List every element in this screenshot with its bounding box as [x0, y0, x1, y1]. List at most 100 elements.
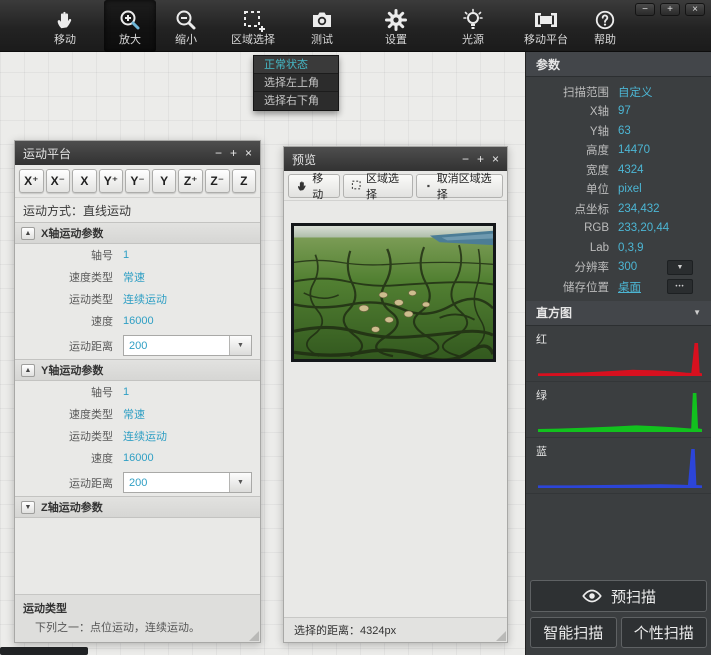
custom-scan-button[interactable]: 个性扫描 — [621, 617, 708, 648]
y-axis-section-header[interactable]: ▲ Y轴运动参数 — [15, 359, 260, 381]
panel-minimize-icon[interactable]: − — [215, 147, 222, 159]
footer-title: 运动类型 — [23, 600, 252, 616]
axis-y-plus-button[interactable]: Y⁺ — [99, 169, 124, 193]
resolution-dropdown-button[interactable]: ▼ — [667, 260, 693, 275]
collapse-up-icon[interactable]: ▲ — [21, 227, 35, 240]
axis-y-button[interactable]: Y — [152, 169, 177, 193]
motion-panel-titlebar: 运动平台 − + × — [15, 141, 260, 165]
panel-maximize-icon[interactable]: + — [477, 153, 484, 165]
prescan-button[interactable]: 预扫描 — [530, 580, 707, 612]
x-axis-value[interactable]: 97 — [618, 105, 631, 117]
axis-z-button[interactable]: Z — [232, 169, 257, 193]
menu-item-select-top-left[interactable]: 选择左上角 — [254, 74, 338, 92]
height-value[interactable]: 14470 — [618, 144, 650, 156]
param-row: X轴97 — [526, 102, 711, 122]
chevron-down-icon[interactable]: ▼ — [229, 473, 251, 492]
tool-region-select[interactable]: 区域选择 — [224, 0, 282, 52]
chevron-down-icon[interactable]: ▼ — [229, 336, 251, 355]
preview-toolbar: 移动 区域选择 取消区域选择 — [284, 171, 507, 201]
menu-item-select-bottom-right[interactable]: 选择右下角 — [254, 92, 338, 110]
preview-panel-titlebar: 预览 − + × — [284, 147, 507, 171]
gear-icon — [384, 7, 408, 33]
scan-buttons-row: 智能扫描 个性扫描 — [530, 617, 707, 648]
tool-test-label: 测试 — [311, 35, 333, 46]
red-histogram-chart — [538, 336, 702, 376]
panel-maximize-icon[interactable]: + — [230, 147, 237, 159]
resize-grip[interactable] — [249, 631, 259, 641]
storage-location-value[interactable]: 桌面 — [618, 279, 641, 295]
param-row: 扫描范围自定义 — [526, 82, 711, 102]
panel-close-icon[interactable]: × — [245, 147, 252, 159]
y-axis-number-value[interactable]: 1 — [123, 386, 129, 398]
x-speed-value[interactable]: 16000 — [123, 315, 154, 327]
point-coord-value: 234,432 — [618, 203, 660, 215]
x-axis-section-header[interactable]: ▲ X轴运动参数 — [15, 222, 260, 244]
params-rows: 扫描范围自定义 X轴97 Y轴63 高度14470 宽度4324 单位pixel… — [526, 77, 711, 301]
tool-zoom-out[interactable]: 缩小 — [160, 0, 212, 52]
resolution-value[interactable]: 300 — [618, 261, 637, 273]
params-panel: 参数 扫描范围自定义 X轴97 Y轴63 高度14470 宽度4324 单位pi… — [525, 52, 711, 655]
histogram-collapse-icon[interactable]: ▼ — [693, 308, 701, 317]
histogram-blue: 蓝 — [526, 438, 711, 494]
preview-image[interactable] — [291, 223, 501, 362]
blue-histogram-chart — [538, 448, 702, 488]
axis-x-minus-button[interactable]: X⁻ — [46, 169, 71, 193]
tool-light-source[interactable]: 光源 — [447, 0, 499, 52]
hand-icon — [54, 7, 76, 33]
platform-icon — [531, 7, 561, 33]
menu-item-normal-state[interactable]: 正常状态 — [254, 56, 338, 74]
eye-icon — [581, 589, 603, 603]
x-axis-number-value[interactable]: 1 — [123, 249, 129, 261]
scan-range-value[interactable]: 自定义 — [618, 84, 653, 100]
param-row: 速度类型 常速 — [15, 266, 260, 288]
tool-settings[interactable]: 设置 — [370, 0, 422, 52]
param-row: RGB233,20,44 — [526, 219, 711, 239]
footer-text: 下列之一：点位运动，连续运动。 — [23, 619, 252, 635]
tool-region-select-label: 区域选择 — [231, 35, 275, 46]
close-button[interactable]: × — [685, 3, 705, 16]
x-motion-type-value[interactable]: 连续运动 — [123, 291, 167, 307]
collapse-up-icon[interactable]: ▲ — [21, 364, 35, 377]
collapse-down-icon[interactable]: ▼ — [21, 501, 35, 514]
x-speed-type-value[interactable]: 常速 — [123, 269, 145, 285]
resize-grip[interactable] — [496, 631, 506, 641]
y-motion-type-value[interactable]: 连续运动 — [123, 428, 167, 444]
width-value[interactable]: 4324 — [618, 164, 644, 176]
preview-move-button[interactable]: 移动 — [288, 174, 340, 198]
y-axis-value[interactable]: 63 — [618, 125, 631, 137]
tool-move[interactable]: 移动 — [39, 0, 91, 52]
tool-moving-platform[interactable]: 移动平台 — [513, 0, 579, 52]
panel-close-icon[interactable]: × — [492, 153, 499, 165]
tool-test[interactable]: 测试 — [296, 0, 348, 52]
tool-help[interactable]: 帮助 — [582, 0, 628, 52]
z-axis-section-header[interactable]: ▼ Z轴运动参数 — [15, 496, 260, 518]
panel-minimize-icon[interactable]: − — [462, 153, 469, 165]
y-speed-value[interactable]: 16000 — [123, 452, 154, 464]
tool-zoom-in[interactable]: 放大 — [104, 0, 156, 52]
tool-moving-platform-label: 移动平台 — [524, 35, 568, 46]
minimize-button[interactable]: − — [635, 3, 655, 16]
param-row: 单位pixel — [526, 180, 711, 200]
param-row: 运动距离 200 ▼ — [15, 469, 260, 496]
unit-value[interactable]: pixel — [618, 183, 642, 195]
camera-icon — [310, 7, 334, 33]
param-row: 宽度4324 — [526, 160, 711, 180]
param-row: 储存位置 桌面 ••• — [526, 277, 711, 297]
x-distance-combobox[interactable]: 200 ▼ — [123, 335, 252, 356]
preview-region-select-button[interactable]: 区域选择 — [343, 174, 413, 198]
axis-y-minus-button[interactable]: Y⁻ — [125, 169, 150, 193]
watermark-fragment — [0, 647, 88, 655]
y-distance-combobox[interactable]: 200 ▼ — [123, 472, 252, 493]
browse-dots-button[interactable]: ••• — [667, 279, 693, 294]
y-speed-type-value[interactable]: 常速 — [123, 406, 145, 422]
preview-cancel-region-button[interactable]: 取消区域选择 — [416, 174, 503, 198]
axis-x-button[interactable]: X — [72, 169, 97, 193]
axis-x-plus-button[interactable]: X⁺ — [19, 169, 44, 193]
axis-z-plus-button[interactable]: Z⁺ — [178, 169, 203, 193]
maximize-button[interactable]: + — [660, 3, 680, 16]
selection-distance-status: 选择的距离：4324px — [284, 617, 507, 642]
param-row: 速度类型 常速 — [15, 403, 260, 425]
rgb-value: 233,20,44 — [618, 222, 669, 234]
smart-scan-button[interactable]: 智能扫描 — [530, 617, 617, 648]
axis-z-minus-button[interactable]: Z⁻ — [205, 169, 230, 193]
